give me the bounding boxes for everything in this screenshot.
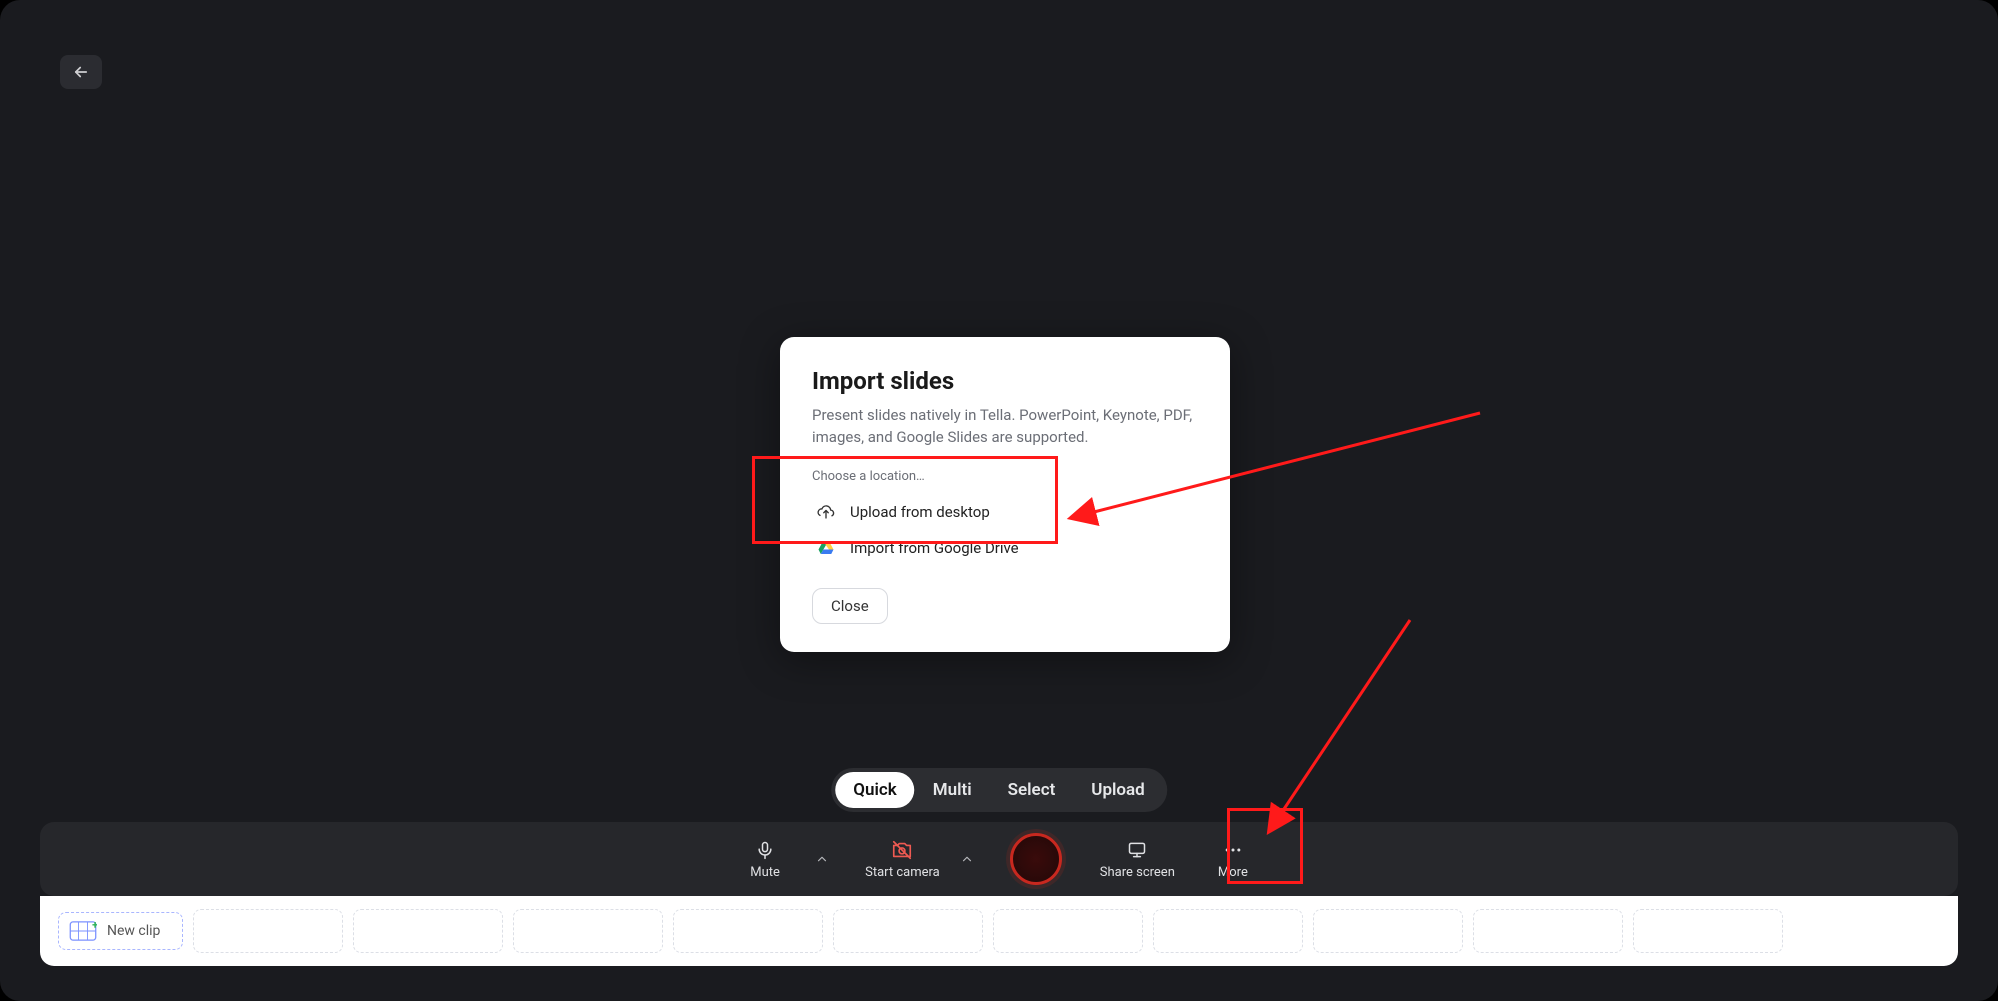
close-button[interactable]: Close bbox=[812, 588, 888, 624]
clip-slot[interactable] bbox=[673, 909, 823, 953]
clip-slot[interactable] bbox=[1313, 909, 1463, 953]
camera-options-chevron[interactable] bbox=[960, 852, 974, 866]
clip-slot[interactable] bbox=[193, 909, 343, 953]
monitor-icon bbox=[1126, 839, 1148, 861]
chevron-up-icon bbox=[815, 852, 829, 866]
mute-options-chevron[interactable] bbox=[815, 852, 829, 866]
modal-description: Present slides natively in Tella. PowerP… bbox=[812, 405, 1198, 449]
svg-text:+: + bbox=[92, 921, 97, 931]
clip-timeline: + New clip bbox=[40, 896, 1958, 966]
record-mode-switch: Quick Multi Select Upload bbox=[831, 768, 1167, 812]
annotation-arrow-to-more bbox=[1250, 610, 1430, 840]
clip-slot[interactable] bbox=[1473, 909, 1623, 953]
modal-title: Import slides bbox=[812, 367, 1198, 395]
arrow-left-icon bbox=[72, 63, 90, 81]
recording-toolbar: Mute Start camera bbox=[40, 822, 1958, 896]
mute-button[interactable]: Mute bbox=[735, 839, 795, 880]
annotation-box-more bbox=[1227, 808, 1303, 884]
clip-slot[interactable] bbox=[353, 909, 503, 953]
mode-upload[interactable]: Upload bbox=[1073, 772, 1162, 808]
chevron-up-icon bbox=[960, 852, 974, 866]
app-frame: Import slides Present slides natively in… bbox=[0, 0, 1998, 1001]
mode-multi[interactable]: Multi bbox=[915, 772, 990, 808]
camera-off-icon bbox=[891, 839, 913, 861]
record-button[interactable] bbox=[1010, 833, 1062, 885]
clip-slot[interactable] bbox=[833, 909, 983, 953]
start-camera-label: Start camera bbox=[865, 865, 940, 880]
new-clip-icon: + bbox=[69, 921, 97, 941]
clip-slot[interactable] bbox=[1633, 909, 1783, 953]
new-clip-button[interactable]: + New clip bbox=[58, 912, 183, 950]
clip-slot[interactable] bbox=[1153, 909, 1303, 953]
mode-quick[interactable]: Quick bbox=[835, 772, 914, 808]
share-screen-label: Share screen bbox=[1100, 865, 1175, 880]
new-clip-label: New clip bbox=[107, 923, 160, 939]
start-camera-button[interactable]: Start camera bbox=[865, 839, 940, 880]
mode-select[interactable]: Select bbox=[990, 772, 1074, 808]
mute-label: Mute bbox=[750, 865, 780, 880]
clip-slot[interactable] bbox=[513, 909, 663, 953]
clip-slot[interactable] bbox=[993, 909, 1143, 953]
back-button[interactable] bbox=[60, 55, 102, 89]
share-screen-button[interactable]: Share screen bbox=[1100, 839, 1175, 880]
microphone-icon bbox=[754, 839, 776, 861]
annotation-box-upload bbox=[752, 456, 1058, 544]
